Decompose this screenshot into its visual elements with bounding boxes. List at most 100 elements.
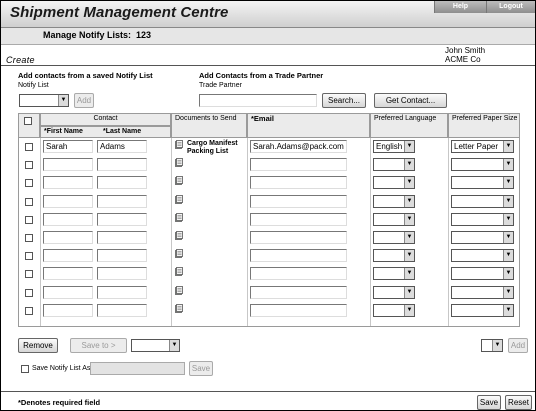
chevron-down-icon: ▼ <box>169 340 179 351</box>
paper-size-select[interactable]: ▼ <box>451 267 514 280</box>
row-checkbox[interactable] <box>25 234 33 242</box>
row-checkbox[interactable] <box>25 289 33 297</box>
notify-list-add-button[interactable]: Add <box>74 93 94 108</box>
first-name-input[interactable] <box>43 158 93 171</box>
email-input[interactable] <box>250 176 347 189</box>
save-to-button[interactable]: Save to > <box>70 338 127 353</box>
last-name-header: *Last Name <box>103 128 142 135</box>
first-name-input[interactable] <box>43 176 93 189</box>
trade-partner-input[interactable] <box>199 94 317 107</box>
paper-size-select[interactable]: ▼ <box>451 249 514 262</box>
first-name-input[interactable] <box>43 304 93 317</box>
page-title: Manage Notify Lists: 123 <box>43 30 151 40</box>
email-input[interactable] <box>250 231 347 244</box>
paper-size-select[interactable]: ▼ <box>451 231 514 244</box>
last-name-input[interactable] <box>97 213 147 226</box>
save-notify-list-checkbox[interactable] <box>21 365 29 373</box>
last-name-input[interactable] <box>97 195 147 208</box>
row-checkbox[interactable] <box>25 198 33 206</box>
chevron-down-icon: ▼ <box>503 305 513 316</box>
paper-size-select[interactable]: ▼ <box>451 195 514 208</box>
last-name-input[interactable] <box>97 231 147 244</box>
language-select[interactable]: ▼ <box>373 176 415 189</box>
chevron-down-icon: ▼ <box>404 232 414 243</box>
language-select[interactable]: ▼ <box>373 231 415 244</box>
row-checkbox[interactable] <box>25 161 33 169</box>
email-input[interactable] <box>250 213 347 226</box>
documents-header: Documents to Send <box>171 113 247 138</box>
paper-size-select[interactable]: ▼ <box>451 176 514 189</box>
chevron-down-icon: ▼ <box>503 141 513 152</box>
first-name-input[interactable] <box>43 267 93 280</box>
document-icon[interactable] <box>175 176 183 185</box>
last-name-input[interactable] <box>97 158 147 171</box>
first-name-input[interactable] <box>43 231 93 244</box>
document-icon[interactable] <box>175 158 183 167</box>
row-checkbox[interactable] <box>25 179 33 187</box>
paper-size-select[interactable]: ▼ <box>451 286 514 299</box>
last-name-input[interactable] <box>97 267 147 280</box>
select-all-checkbox[interactable] <box>24 117 32 125</box>
email-input[interactable] <box>250 286 347 299</box>
search-button[interactable]: Search... <box>322 93 366 108</box>
right-add-button[interactable]: Add <box>508 338 528 353</box>
chevron-down-icon: ▼ <box>404 177 414 188</box>
language-select[interactable]: ▼ <box>373 195 415 208</box>
paper-size-select[interactable]: ▼ <box>451 213 514 226</box>
row-checkbox[interactable] <box>25 307 33 315</box>
logout-link[interactable]: Logout <box>486 1 535 13</box>
email-input[interactable]: Sarah.Adams@pack.com <box>250 140 347 153</box>
last-name-input[interactable] <box>97 249 147 262</box>
language-select[interactable]: ▼ <box>373 213 415 226</box>
save-to-select[interactable]: ▼ <box>131 339 180 352</box>
email-input[interactable] <box>250 249 347 262</box>
email-input[interactable] <box>250 267 347 280</box>
email-input[interactable] <box>250 304 347 317</box>
reset-button[interactable]: Reset <box>505 395 532 410</box>
language-select[interactable]: ▼ <box>373 304 415 317</box>
right-select[interactable]: ▼ <box>481 339 503 352</box>
remove-button[interactable]: Remove <box>18 338 58 353</box>
notify-list-name-input[interactable] <box>90 362 185 375</box>
chevron-down-icon: ▼ <box>58 95 68 106</box>
email-input[interactable] <box>250 195 347 208</box>
save-list-button[interactable]: Save <box>189 361 213 376</box>
paper-size-select[interactable]: ▼ <box>451 158 514 171</box>
chevron-down-icon: ▼ <box>404 196 414 207</box>
document-icon[interactable] <box>175 286 183 295</box>
email-input[interactable] <box>250 158 347 171</box>
paper-size-select[interactable]: ▼ <box>451 304 514 317</box>
document-icon[interactable] <box>175 249 183 258</box>
row-checkbox[interactable] <box>25 270 33 278</box>
row-checkbox[interactable] <box>25 216 33 224</box>
document-icon[interactable] <box>175 140 183 149</box>
last-name-input[interactable] <box>97 304 147 317</box>
language-select[interactable]: ▼ <box>373 286 415 299</box>
first-name-input[interactable] <box>43 286 93 299</box>
row-checkbox[interactable] <box>25 143 33 151</box>
save-button[interactable]: Save <box>477 395 501 410</box>
document-icon[interactable] <box>175 231 183 240</box>
get-contact-button[interactable]: Get Contact... <box>374 93 447 108</box>
first-name-input[interactable] <box>43 249 93 262</box>
language-select[interactable]: ▼ <box>373 158 415 171</box>
row-checkbox[interactable] <box>25 252 33 260</box>
first-name-input[interactable]: Sarah <box>43 140 93 153</box>
last-name-input[interactable] <box>97 176 147 189</box>
last-name-input[interactable]: Adams <box>97 140 147 153</box>
document-icon[interactable] <box>175 195 183 204</box>
document-icon[interactable] <box>175 267 183 276</box>
document-icon[interactable] <box>175 304 183 313</box>
last-name-input[interactable] <box>97 286 147 299</box>
chevron-down-icon: ▼ <box>503 177 513 188</box>
first-name-input[interactable] <box>43 195 93 208</box>
paper-size-select[interactable]: Letter Paper ▼ <box>451 140 514 153</box>
language-select[interactable]: English ▼ <box>373 140 415 153</box>
help-link[interactable]: Help <box>434 1 486 13</box>
notify-list-select[interactable]: ▼ <box>19 94 69 107</box>
document-name: Packing List <box>187 148 229 155</box>
language-select[interactable]: ▼ <box>373 267 415 280</box>
language-select[interactable]: ▼ <box>373 249 415 262</box>
document-icon[interactable] <box>175 213 183 222</box>
first-name-input[interactable] <box>43 213 93 226</box>
